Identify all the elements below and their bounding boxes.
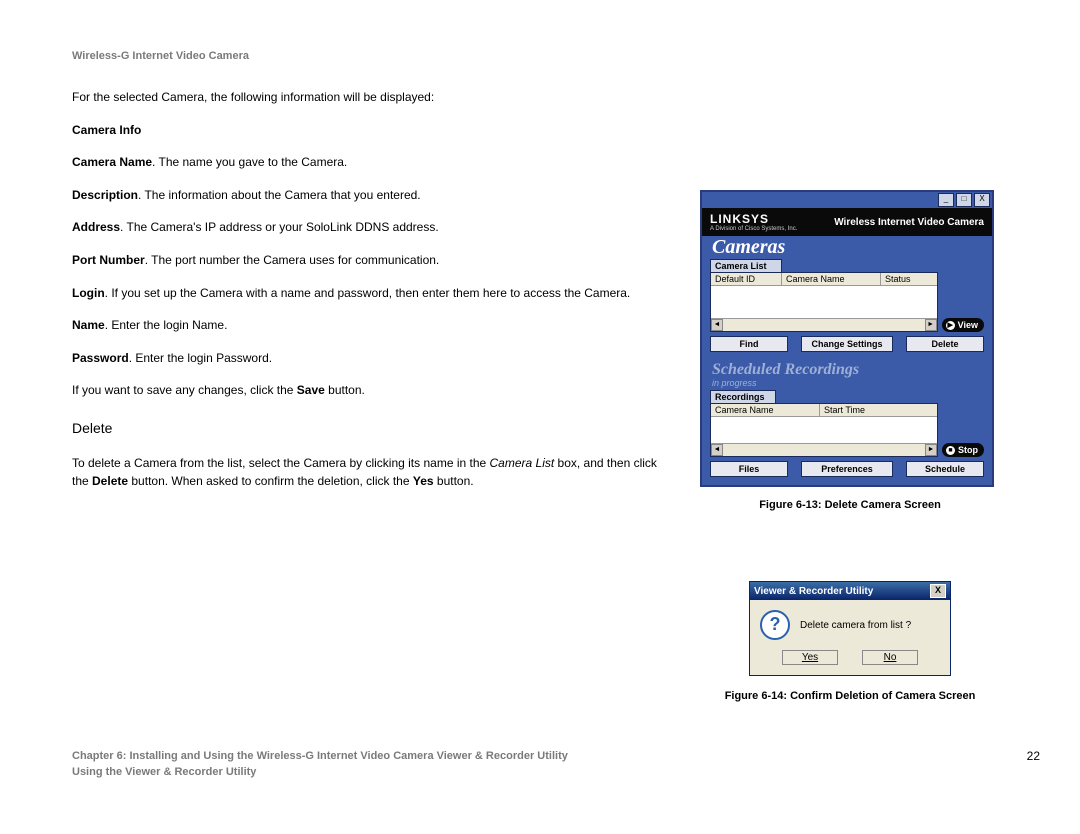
play-icon: ▶ bbox=[946, 321, 955, 330]
minimize-button[interactable]: _ bbox=[938, 193, 954, 207]
stop-button[interactable]: ■ Stop bbox=[942, 443, 984, 457]
recordings-list-box[interactable]: Camera Name Start Time ◄ ► bbox=[710, 403, 938, 457]
address-label: Address bbox=[72, 220, 120, 234]
scroll-right-icon[interactable]: ► bbox=[925, 444, 937, 456]
page-number: 22 bbox=[1027, 749, 1040, 780]
login-label: Login bbox=[72, 286, 105, 300]
brand-row: LINKSYS A Division of Cisco Systems, Inc… bbox=[702, 208, 992, 236]
dialog-message: Delete camera from list ? bbox=[800, 620, 911, 631]
col-status[interactable]: Status bbox=[881, 273, 937, 285]
delete-p1: To delete a Camera from the list, select… bbox=[72, 456, 490, 470]
cameras-heading: Cameras bbox=[702, 236, 992, 259]
rec-col-camera-name[interactable]: Camera Name bbox=[711, 404, 820, 416]
address-text: . The Camera's IP address or your SoloLi… bbox=[120, 220, 439, 234]
save-pre: If you want to save any changes, click t… bbox=[72, 383, 297, 397]
password-label: Password bbox=[72, 351, 129, 365]
name-label: Name bbox=[72, 318, 105, 332]
view-button[interactable]: ▶ View bbox=[942, 318, 984, 332]
change-settings-button[interactable]: Change Settings bbox=[801, 336, 893, 352]
stop-label: Stop bbox=[958, 445, 978, 455]
linksys-logo: LINKSYS bbox=[710, 212, 797, 226]
delete-bold2: Yes bbox=[413, 474, 434, 488]
footer-line1: Chapter 6: Installing and Using the Wire… bbox=[72, 749, 568, 764]
description-text: . The information about the Camera that … bbox=[138, 188, 421, 202]
scroll-left-icon[interactable]: ◄ bbox=[711, 444, 723, 456]
portnumber-text: . The port number the Camera uses for co… bbox=[145, 253, 440, 267]
delete-bold1: Delete bbox=[92, 474, 128, 488]
col-camera-name[interactable]: Camera Name bbox=[782, 273, 881, 285]
camera-list-label: Camera List bbox=[710, 259, 782, 272]
find-button[interactable]: Find bbox=[710, 336, 788, 352]
stop-icon: ■ bbox=[946, 446, 955, 455]
linksys-app-window: _ □ X LINKSYS A Division of Cisco System… bbox=[700, 190, 994, 487]
maximize-button[interactable]: □ bbox=[956, 193, 972, 207]
figure-6-14-caption: Figure 6-14: Confirm Deletion of Camera … bbox=[725, 690, 976, 702]
in-progress-label: in progress bbox=[702, 378, 992, 390]
delete-button[interactable]: Delete bbox=[906, 336, 984, 352]
confirm-dialog: Viewer & Recorder Utility X ? Delete cam… bbox=[749, 581, 951, 676]
dialog-close-button[interactable]: X bbox=[930, 584, 946, 598]
scroll-right-icon[interactable]: ► bbox=[925, 319, 937, 331]
portnumber-label: Port Number bbox=[72, 253, 145, 267]
recordings-label: Recordings bbox=[710, 390, 776, 403]
scroll-left-icon[interactable]: ◄ bbox=[711, 319, 723, 331]
recordings-scrollbar[interactable]: ◄ ► bbox=[711, 443, 937, 456]
close-button[interactable]: X bbox=[974, 193, 990, 207]
view-label: View bbox=[958, 320, 978, 330]
description-label: Description bbox=[72, 188, 138, 202]
schedule-button[interactable]: Schedule bbox=[906, 461, 984, 477]
name-text: . Enter the login Name. bbox=[105, 318, 228, 332]
intro-text: For the selected Camera, the following i… bbox=[72, 88, 672, 107]
camera-name-label: Camera Name bbox=[72, 155, 152, 169]
page-header: Wireless-G Internet Video Camera bbox=[72, 50, 1040, 62]
camera-list-scrollbar[interactable]: ◄ ► bbox=[711, 318, 937, 331]
question-icon: ? bbox=[760, 610, 790, 640]
login-text: . If you set up the Camera with a name a… bbox=[105, 286, 631, 300]
col-default-id[interactable]: Default ID bbox=[711, 273, 782, 285]
delete-p3: button. When asked to confirm the deleti… bbox=[128, 474, 413, 488]
camera-list-box[interactable]: Default ID Camera Name Status ◄ ► bbox=[710, 272, 938, 332]
window-titlebar: _ □ X bbox=[702, 192, 992, 208]
footer-line2: Using the Viewer & Recorder Utility bbox=[72, 765, 568, 780]
password-text: . Enter the login Password. bbox=[129, 351, 272, 365]
scheduled-recordings-heading: Scheduled Recordings bbox=[702, 360, 992, 378]
dialog-title: Viewer & Recorder Utility bbox=[754, 586, 873, 597]
delete-heading: Delete bbox=[72, 418, 672, 440]
dialog-no-button[interactable]: No bbox=[862, 650, 918, 665]
preferences-button[interactable]: Preferences bbox=[801, 461, 893, 477]
camera-name-text: . The name you gave to the Camera. bbox=[152, 155, 347, 169]
dialog-yes-button[interactable]: Yes bbox=[782, 650, 838, 665]
main-text-column: For the selected Camera, the following i… bbox=[72, 88, 672, 491]
rec-col-start-time[interactable]: Start Time bbox=[820, 404, 937, 416]
save-bold: Save bbox=[297, 383, 325, 397]
figure-6-13-caption: Figure 6-13: Delete Camera Screen bbox=[700, 499, 1000, 511]
delete-p4: button. bbox=[434, 474, 474, 488]
files-button[interactable]: Files bbox=[710, 461, 788, 477]
delete-italic: Camera List bbox=[490, 456, 555, 470]
linksys-sublogo: A Division of Cisco Systems, Inc. bbox=[710, 226, 797, 232]
product-title: Wireless Internet Video Camera bbox=[834, 217, 984, 228]
camera-info-heading: Camera Info bbox=[72, 123, 141, 137]
save-post: button. bbox=[325, 383, 365, 397]
